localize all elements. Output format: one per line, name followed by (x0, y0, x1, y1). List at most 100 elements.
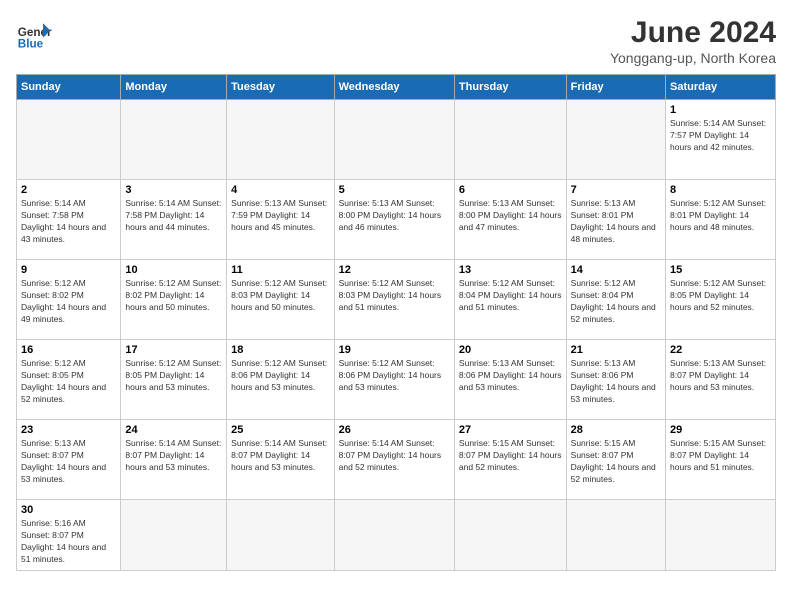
day-number: 8 (670, 184, 771, 196)
calendar-day-cell: 6Sunrise: 5:13 AM Sunset: 8:00 PM Daylig… (454, 180, 566, 260)
day-info: Sunrise: 5:15 AM Sunset: 8:07 PM Dayligh… (670, 438, 771, 474)
day-info: Sunrise: 5:12 AM Sunset: 8:06 PM Dayligh… (339, 358, 450, 394)
calendar-day-cell: 12 Sunrise: 5:12 AM Sunset: 8:03 PM Dayli… (334, 260, 454, 340)
day-number: 1 (670, 104, 771, 116)
calendar-table: SundayMondayTuesdayWednesdayThursdayFrid… (16, 74, 776, 571)
day-info: Sunrise: 5:12 AM Sunset: 8:05 PM Dayligh… (21, 358, 116, 406)
calendar-week-row: 23 Sunrise: 5:13 AM Sunset: 8:07 PM Dayli… (17, 420, 776, 500)
day-number: 27 (459, 424, 562, 436)
calendar-day-cell: 7 Sunrise: 5:13 AM Sunset: 8:01 PM Daylig… (566, 180, 665, 260)
calendar-day-cell: 11Sunrise: 5:12 AM Sunset: 8:03 PM Dayli… (227, 260, 334, 340)
day-info: Sunrise: 5:13 AM Sunset: 8:07 PM Dayligh… (670, 358, 771, 394)
day-number: 6 (459, 184, 562, 196)
calendar-day-cell: 30 Sunrise: 5:16 AM Sunset: 8:07 PM Dayli… (17, 500, 121, 571)
day-info: Sunrise: 5:13 AM Sunset: 8:06 PM Dayligh… (459, 358, 562, 394)
day-info: Sunrise: 5:12 AM Sunset: 8:05 PM Dayligh… (125, 358, 222, 394)
day-info: Sunrise: 5:13 AM Sunset: 8:07 PM Dayligh… (21, 438, 116, 486)
weekday-header-tuesday: Tuesday (227, 75, 334, 100)
day-number: 30 (21, 504, 116, 516)
day-number: 14 (571, 264, 661, 276)
logo: General Blue (16, 16, 52, 52)
day-number: 13 (459, 264, 562, 276)
day-info: Sunrise: 5:12 AM Sunset: 8:04 PM Dayligh… (459, 278, 562, 314)
calendar-day-cell: 1 Sunrise: 5:14 AM Sunset: 7:57 PM Daylig… (666, 100, 776, 180)
calendar-day-cell: 24 Sunrise: 5:14 AM Sunset: 8:07 PM Dayli… (121, 420, 227, 500)
calendar-day-cell: 8 Sunrise: 5:12 AM Sunset: 8:01 PM Daylig… (666, 180, 776, 260)
day-info: Sunrise: 5:14 AM Sunset: 7:57 PM Dayligh… (670, 118, 771, 154)
calendar-day-cell: 2Sunrise: 5:14 AM Sunset: 7:58 PM Daylig… (17, 180, 121, 260)
day-number: 4 (231, 184, 329, 196)
calendar-week-row: 2Sunrise: 5:14 AM Sunset: 7:58 PM Daylig… (17, 180, 776, 260)
day-number: 9 (21, 264, 116, 276)
svg-text:Blue: Blue (18, 38, 44, 51)
day-number: 25 (231, 424, 329, 436)
calendar-day-cell: 26Sunrise: 5:14 AM Sunset: 8:07 PM Dayli… (334, 420, 454, 500)
day-info: Sunrise: 5:15 AM Sunset: 8:07 PM Dayligh… (571, 438, 661, 486)
calendar-day-cell: 27Sunrise: 5:15 AM Sunset: 8:07 PM Dayli… (454, 420, 566, 500)
calendar-day-cell (454, 500, 566, 571)
calendar-week-row: 1 Sunrise: 5:14 AM Sunset: 7:57 PM Daylig… (17, 100, 776, 180)
calendar-day-cell (566, 500, 665, 571)
day-number: 28 (571, 424, 661, 436)
calendar-day-cell (227, 500, 334, 571)
calendar-day-cell: 29 Sunrise: 5:15 AM Sunset: 8:07 PM Dayli… (666, 420, 776, 500)
weekday-header-friday: Friday (566, 75, 665, 100)
calendar-day-cell (666, 500, 776, 571)
calendar-day-cell: 9 Sunrise: 5:12 AM Sunset: 8:02 PM Daylig… (17, 260, 121, 340)
calendar-day-cell: 13 Sunrise: 5:12 AM Sunset: 8:04 PM Dayli… (454, 260, 566, 340)
day-number: 26 (339, 424, 450, 436)
weekday-header-monday: Monday (121, 75, 227, 100)
calendar-day-cell (334, 500, 454, 571)
weekday-header-wednesday: Wednesday (334, 75, 454, 100)
day-number: 15 (670, 264, 771, 276)
day-number: 20 (459, 344, 562, 356)
day-number: 23 (21, 424, 116, 436)
calendar-day-cell: 18 Sunrise: 5:12 AM Sunset: 8:06 PM Dayli… (227, 340, 334, 420)
calendar-day-cell: 10Sunrise: 5:12 AM Sunset: 8:02 PM Dayli… (121, 260, 227, 340)
day-number: 17 (125, 344, 222, 356)
day-info: Sunrise: 5:16 AM Sunset: 8:07 PM Dayligh… (21, 518, 116, 566)
day-number: 2 (21, 184, 116, 196)
weekday-header-sunday: Sunday (17, 75, 121, 100)
day-number: 21 (571, 344, 661, 356)
calendar-day-cell: 28 Sunrise: 5:15 AM Sunset: 8:07 PM Dayli… (566, 420, 665, 500)
day-number: 12 (339, 264, 450, 276)
day-info: Sunrise: 5:13 AM Sunset: 8:01 PM Dayligh… (571, 198, 661, 246)
calendar-day-cell (334, 100, 454, 180)
day-number: 29 (670, 424, 771, 436)
calendar-day-cell: 20 Sunrise: 5:13 AM Sunset: 8:06 PM Dayli… (454, 340, 566, 420)
calendar-day-cell (454, 100, 566, 180)
day-number: 22 (670, 344, 771, 356)
calendar-day-cell (227, 100, 334, 180)
day-info: Sunrise: 5:12 AM Sunset: 8:03 PM Dayligh… (231, 278, 329, 314)
calendar-day-cell: 14Sunrise: 5:12 AM Sunset: 8:04 PM Dayli… (566, 260, 665, 340)
calendar-week-row: 16Sunrise: 5:12 AM Sunset: 8:05 PM Dayli… (17, 340, 776, 420)
day-number: 5 (339, 184, 450, 196)
day-info: Sunrise: 5:13 AM Sunset: 7:59 PM Dayligh… (231, 198, 329, 234)
day-info: Sunrise: 5:12 AM Sunset: 8:02 PM Dayligh… (125, 278, 222, 314)
day-number: 18 (231, 344, 329, 356)
calendar-day-cell (17, 100, 121, 180)
month-title: June 2024 (610, 16, 776, 50)
day-info: Sunrise: 5:12 AM Sunset: 8:01 PM Dayligh… (670, 198, 771, 234)
calendar-day-cell: 19 Sunrise: 5:12 AM Sunset: 8:06 PM Dayli… (334, 340, 454, 420)
calendar-day-cell (121, 500, 227, 571)
day-number: 7 (571, 184, 661, 196)
calendar-day-cell: 22 Sunrise: 5:13 AM Sunset: 8:07 PM Dayli… (666, 340, 776, 420)
weekday-header-saturday: Saturday (666, 75, 776, 100)
day-info: Sunrise: 5:14 AM Sunset: 8:07 PM Dayligh… (125, 438, 222, 474)
calendar-day-cell: 25Sunrise: 5:14 AM Sunset: 8:07 PM Dayli… (227, 420, 334, 500)
calendar-day-cell (121, 100, 227, 180)
day-info: Sunrise: 5:12 AM Sunset: 8:05 PM Dayligh… (670, 278, 771, 314)
calendar-week-row: 9 Sunrise: 5:12 AM Sunset: 8:02 PM Daylig… (17, 260, 776, 340)
subtitle: Yonggang-up, North Korea (610, 50, 776, 66)
day-number: 24 (125, 424, 222, 436)
calendar-day-cell: 16Sunrise: 5:12 AM Sunset: 8:05 PM Dayli… (17, 340, 121, 420)
calendar-week-row: 30 Sunrise: 5:16 AM Sunset: 8:07 PM Dayli… (17, 500, 776, 571)
day-info: Sunrise: 5:12 AM Sunset: 8:06 PM Dayligh… (231, 358, 329, 394)
calendar-day-cell: 21Sunrise: 5:13 AM Sunset: 8:06 PM Dayli… (566, 340, 665, 420)
weekday-header-thursday: Thursday (454, 75, 566, 100)
day-number: 19 (339, 344, 450, 356)
day-info: Sunrise: 5:12 AM Sunset: 8:03 PM Dayligh… (339, 278, 450, 314)
day-info: Sunrise: 5:12 AM Sunset: 8:02 PM Dayligh… (21, 278, 116, 326)
